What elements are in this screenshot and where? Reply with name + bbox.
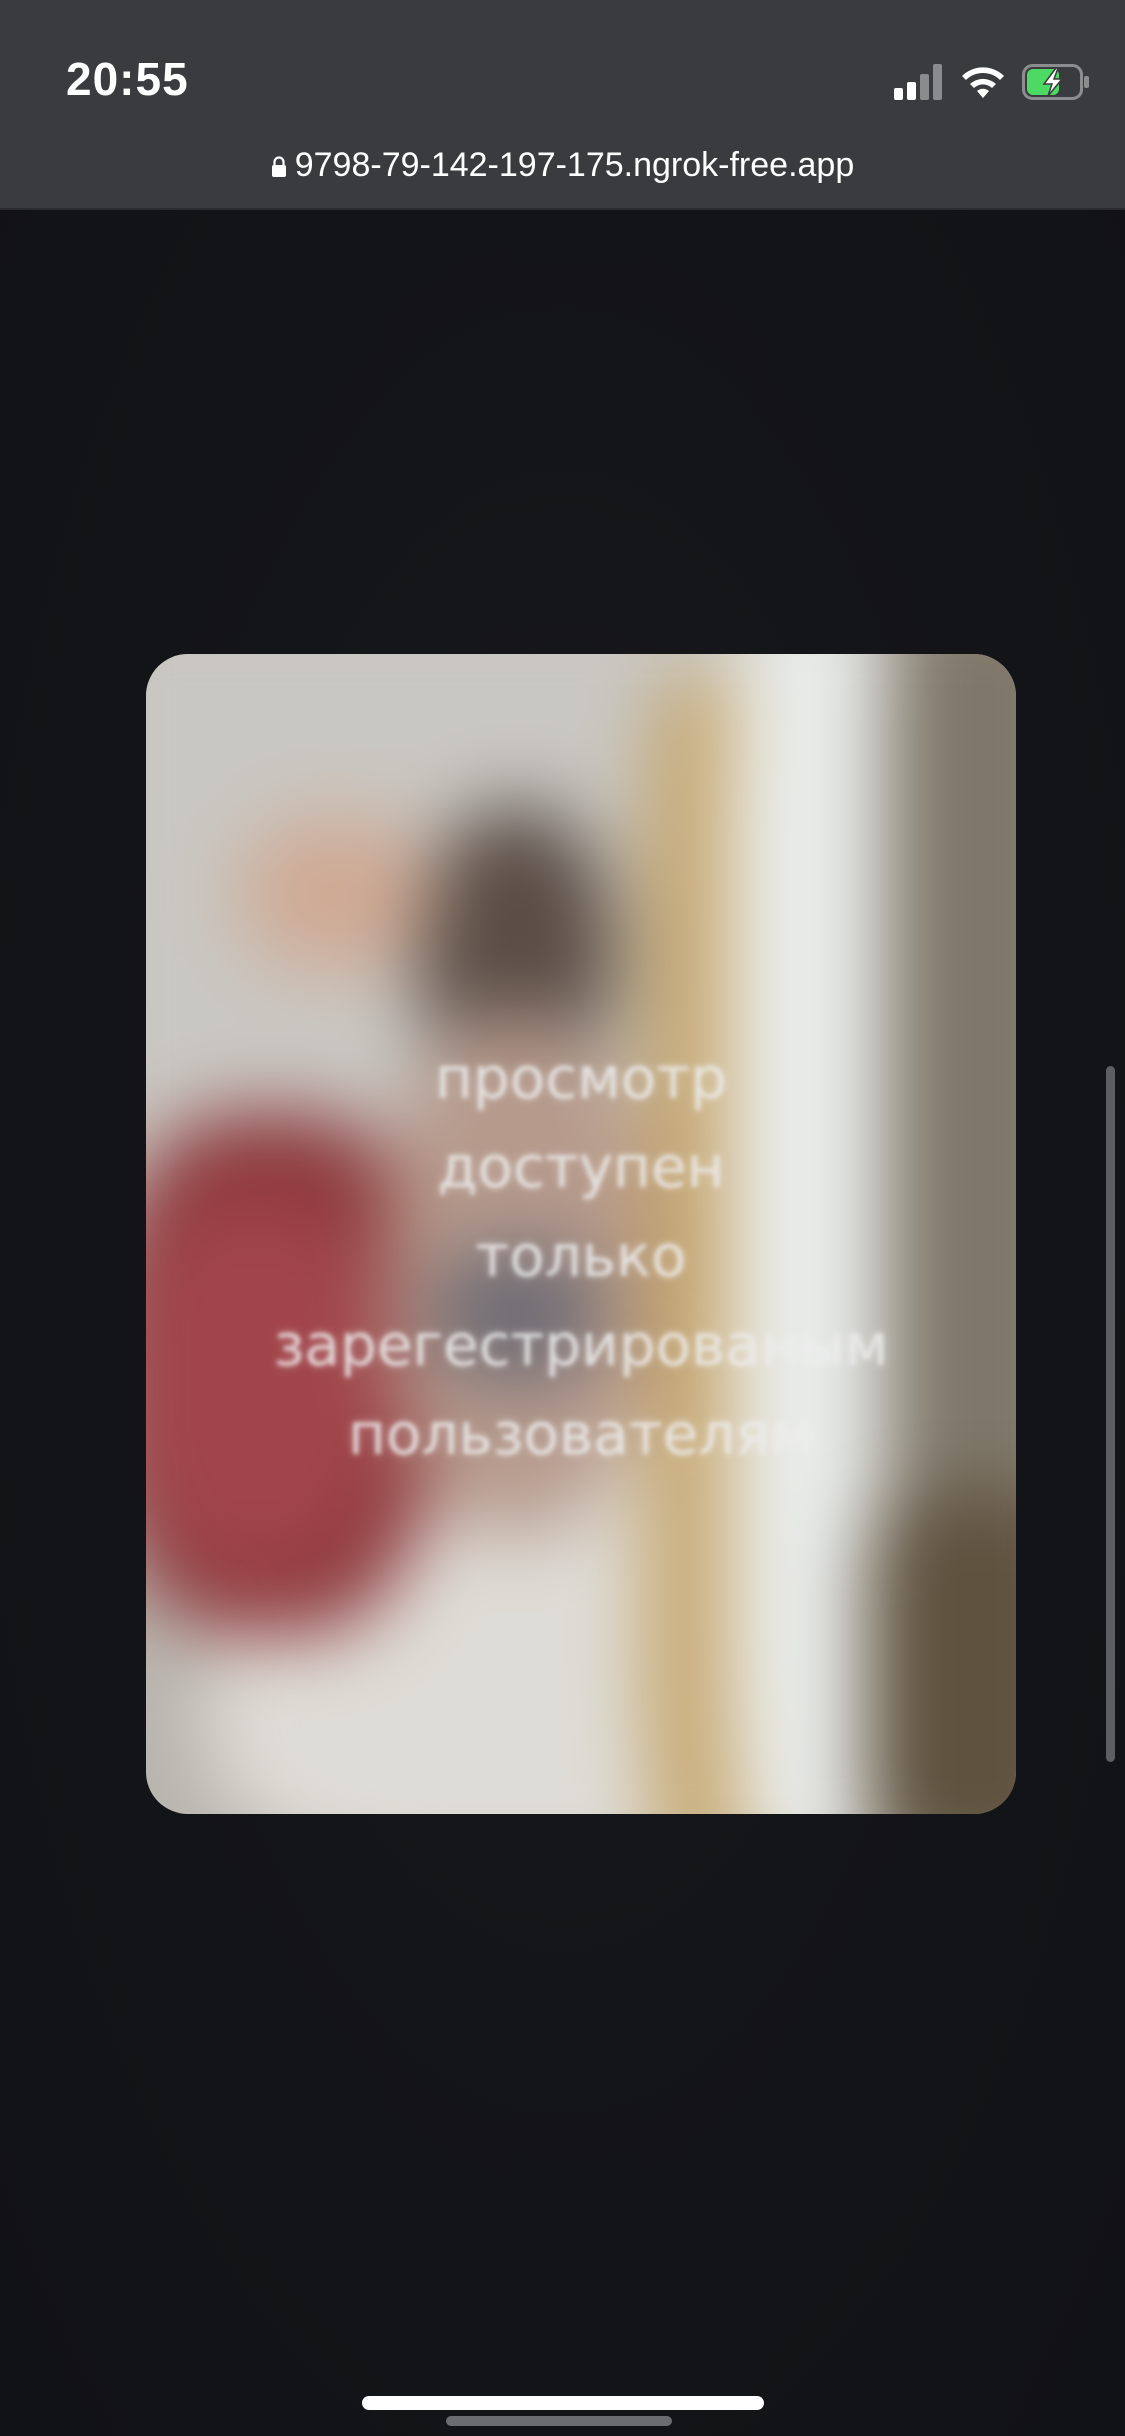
- cellular-signal-icon: [894, 64, 944, 100]
- registration-required-overlay: просмотр доступен только зарегестрирован…: [146, 1034, 1016, 1479]
- battery-charging-icon: [1022, 64, 1089, 100]
- overlay-line: только: [475, 1222, 687, 1290]
- overlay-line: доступен: [437, 1133, 725, 1201]
- overlay-line: просмотр: [435, 1044, 727, 1112]
- overlay-line: пользователям: [348, 1400, 814, 1468]
- address-bar[interactable]: 9798-79-142-197-175.ngrok-free.app: [0, 140, 1125, 190]
- home-indicator[interactable]: [362, 2396, 764, 2410]
- lock-icon: [271, 156, 286, 177]
- overlay-line: зарегестрированым: [273, 1311, 889, 1379]
- blurred-media-card[interactable]: просмотр доступен только зарегестрирован…: [146, 654, 1016, 1814]
- status-bar: 20:55 9798-79-142-197-175.ngrok-free.app: [0, 0, 1125, 210]
- toolbar-handle: [446, 2416, 672, 2426]
- page-content: просмотр доступен только зарегестрирован…: [0, 210, 1125, 2436]
- wifi-icon: [962, 67, 1004, 98]
- status-time: 20:55: [66, 53, 189, 105]
- url-text: 9798-79-142-197-175.ngrok-free.app: [294, 146, 855, 184]
- scrollbar[interactable]: [1106, 1066, 1115, 1762]
